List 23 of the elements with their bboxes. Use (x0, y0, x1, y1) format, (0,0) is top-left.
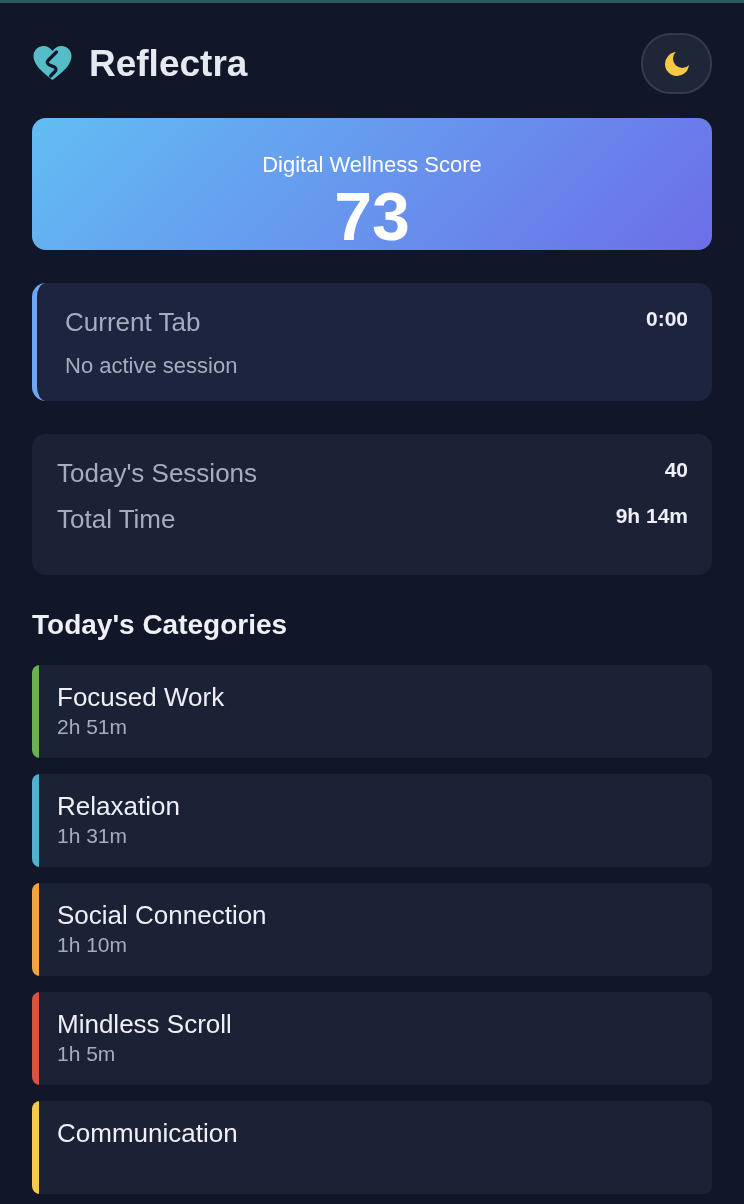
category-name: Communication (57, 1118, 238, 1149)
stat-label: Today's Sessions (57, 458, 258, 489)
category-name: Mindless Scroll (57, 1009, 232, 1040)
category-time: 1h 5m (57, 1042, 117, 1066)
current-tab-time: 0:00 (645, 307, 688, 331)
stat-value: 40 (664, 458, 688, 482)
category-time: 2h 51m (57, 715, 129, 739)
heart-icon (32, 45, 73, 82)
theme-toggle-button[interactable] (641, 33, 712, 94)
moon-icon (664, 51, 689, 76)
score-value: 73 (334, 182, 410, 250)
category-time: 1h 31m (57, 824, 129, 848)
stat-label: Total Time (57, 504, 176, 535)
category-name: Focused Work (57, 682, 225, 713)
session-status: No active session (65, 353, 239, 379)
stat-value: 9h 14m (615, 504, 688, 528)
section-title: Today's Categories (32, 609, 289, 641)
category-name: Social Connection (57, 900, 267, 931)
score-label: Digital Wellness Score (262, 152, 482, 178)
app-title: Reflectra (89, 42, 248, 85)
current-tab-label: Current Tab (65, 307, 201, 338)
category-name: Relaxation (57, 791, 180, 822)
category-time: 1h 10m (57, 933, 129, 957)
